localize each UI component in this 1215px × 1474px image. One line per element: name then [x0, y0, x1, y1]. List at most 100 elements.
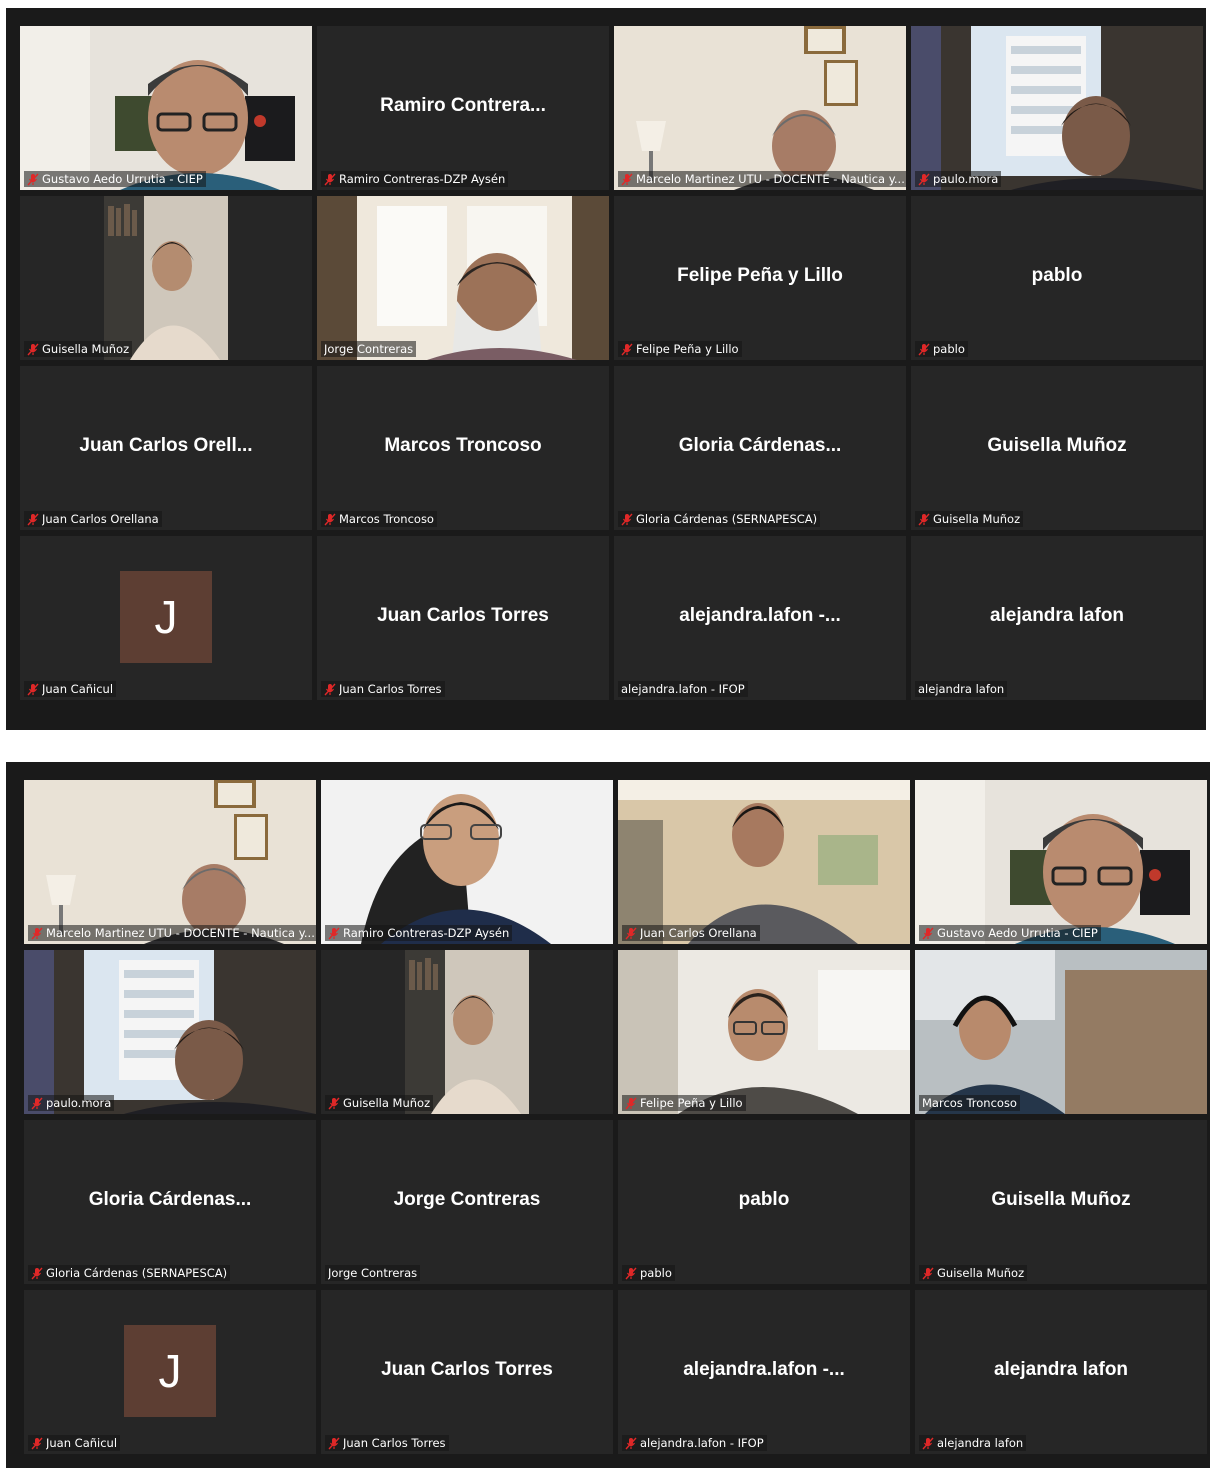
participant-name-text: alejandra.lafon - IFOP: [621, 682, 745, 696]
participant-tile[interactable]: Marcos Troncoso: [915, 950, 1207, 1114]
microphone-muted-icon: [31, 927, 43, 939]
gallery-grid-bottom: Marcelo Martinez UTU - DOCENTE - Nautica…: [6, 762, 1210, 1468]
participant-tile[interactable]: Ramiro Contrera... Ramiro Contreras-DZP …: [317, 26, 609, 190]
participant-display-name: Juan Carlos Torres: [377, 604, 549, 626]
participant-name-text: Guisella Muñoz: [937, 1266, 1025, 1280]
participant-video: [317, 196, 609, 360]
microphone-muted-icon: [625, 927, 637, 939]
participant-display-name: Juan Carlos Torres: [381, 1358, 553, 1380]
participant-tile[interactable]: alejandra.lafon -... alejandra.lafon - IF…: [614, 536, 906, 700]
participant-name-text: pablo: [640, 1266, 672, 1280]
participant-tile[interactable]: J Juan Cañicul: [20, 536, 312, 700]
participant-name-text: Gloria Cárdenas (SERNAPESCA): [636, 512, 818, 526]
microphone-muted-icon: [328, 927, 340, 939]
microphone-muted-icon: [625, 1437, 637, 1449]
participant-name-text: Ramiro Contreras-DZP Aysén: [343, 926, 510, 940]
participant-tile[interactable]: pablo pablo: [911, 196, 1203, 360]
participant-tile[interactable]: Ramiro Contreras-DZP Aysén: [321, 780, 613, 944]
avatar: J: [120, 571, 212, 663]
microphone-muted-icon: [621, 173, 633, 185]
participant-tile[interactable]: paulo.mora: [24, 950, 316, 1114]
participant-name-label: Marcelo Martinez UTU - DOCENTE - Nautica…: [618, 171, 906, 187]
microphone-muted-icon: [621, 343, 633, 355]
participant-name-label: alejandra lafon: [919, 1435, 1027, 1451]
participant-video: [618, 780, 910, 944]
participant-tile[interactable]: paulo.mora: [911, 26, 1203, 190]
microphone-muted-icon: [328, 1437, 340, 1449]
participant-tile[interactable]: Juan Carlos Torres Juan Carlos Torres: [321, 1290, 613, 1454]
participant-tile[interactable]: alejandra.lafon -... alejandra.lafon - I…: [618, 1290, 910, 1454]
participant-name-text: alejandra lafon: [918, 682, 1005, 696]
participant-tile[interactable]: Guisella Muñoz: [321, 950, 613, 1114]
participant-tile[interactable]: Juan Carlos Orell... Juan Carlos Orellan…: [20, 366, 312, 530]
participant-tile[interactable]: Juan Carlos Orellana: [618, 780, 910, 944]
participant-display-name: alejandra.lafon -...: [683, 1358, 845, 1380]
participant-tile[interactable]: Marcelo Martinez UTU - DOCENTE - Nautica…: [24, 780, 316, 944]
participant-video: [911, 26, 1203, 190]
participant-name-label: Juan Cañicul: [24, 681, 117, 697]
microphone-muted-icon: [324, 683, 336, 695]
participant-tile[interactable]: Gloria Cárdenas... Gloria Cárdenas (SERN…: [614, 366, 906, 530]
participant-tile[interactable]: J Juan Cañicul: [24, 1290, 316, 1454]
participant-tile[interactable]: alejandra lafon alejandra lafon: [915, 1290, 1207, 1454]
participant-display-name: Guisella Muñoz: [991, 1188, 1131, 1210]
participant-video: [915, 950, 1207, 1114]
participant-name-text: Juan Cañicul: [42, 682, 114, 696]
participant-video: [321, 950, 613, 1114]
microphone-muted-icon: [27, 173, 39, 185]
participant-tile[interactable]: Marcelo Martinez UTU - DOCENTE - Nautica…: [614, 26, 906, 190]
participant-name-label: Gloria Cárdenas (SERNAPESCA): [618, 511, 821, 527]
participant-name-text: Guisella Muñoz: [933, 512, 1021, 526]
microphone-muted-icon: [922, 1267, 934, 1279]
participant-name-label: pablo: [915, 341, 968, 357]
participant-tile[interactable]: Guisella Muñoz Guisella Muñoz: [911, 366, 1203, 530]
microphone-muted-icon: [31, 1097, 43, 1109]
participant-name-text: pablo: [933, 342, 965, 356]
participant-tile[interactable]: Juan Carlos Torres Juan Carlos Torres: [317, 536, 609, 700]
participant-name-text: paulo.mora: [933, 172, 999, 186]
participant-name-text: Gustavo Aedo Urrutia - CIEP: [937, 926, 1098, 940]
participant-name-text: alejandra lafon: [937, 1436, 1024, 1450]
participant-tile[interactable]: Marcos Troncoso Marcos Troncoso: [317, 366, 609, 530]
participant-name-label: Gustavo Aedo Urrutia - CIEP: [919, 925, 1101, 941]
participant-tile[interactable]: Felipe Peña y Lillo Felipe Peña y Lillo: [614, 196, 906, 360]
participant-display-name: Jorge Contreras: [393, 1188, 541, 1210]
participant-tile[interactable]: Jorge Contreras: [317, 196, 609, 360]
microphone-muted-icon: [918, 343, 930, 355]
participant-display-name: alejandra lafon: [989, 604, 1125, 626]
microphone-muted-icon: [27, 683, 39, 695]
microphone-muted-icon: [328, 1097, 340, 1109]
participant-name-label: pablo: [622, 1265, 675, 1281]
gallery-grid-top: Gustavo Aedo Urrutia - CIEP Ramiro Contre…: [6, 8, 1206, 730]
participant-name-label: Juan Carlos Torres: [321, 681, 445, 697]
microphone-muted-icon: [31, 1437, 43, 1449]
participant-name-label: Ramiro Contreras-DZP Aysén: [321, 171, 509, 187]
microphone-muted-icon: [27, 513, 39, 525]
participant-tile[interactable]: Jorge Contreras Jorge Contreras: [321, 1120, 613, 1284]
participant-tile[interactable]: alejandra lafon alejandra lafon: [911, 536, 1203, 700]
participant-display-name: Marcos Troncoso: [384, 434, 542, 456]
participant-name-text: Ramiro Contreras-DZP Aysén: [339, 172, 506, 186]
participant-tile[interactable]: Gustavo Aedo Urrutia - CIEP: [915, 780, 1207, 944]
participant-name-label: Felipe Peña y Lillo: [618, 341, 742, 357]
microphone-muted-icon: [922, 927, 934, 939]
participant-name-text: Marcos Troncoso: [339, 512, 434, 526]
participant-name-label: alejandra lafon: [915, 681, 1008, 697]
participant-tile[interactable]: Felipe Peña y Lillo: [618, 950, 910, 1114]
participant-name-label: paulo.mora: [915, 171, 1002, 187]
participant-tile[interactable]: Guisella Muñoz Guisella Muñoz: [915, 1120, 1207, 1284]
participant-display-name: alejandra lafon: [993, 1358, 1129, 1380]
participant-name-label: Guisella Muñoz: [325, 1095, 434, 1111]
participant-tile[interactable]: Gloria Cárdenas... Gloria Cárdenas (SERN…: [24, 1120, 316, 1284]
participant-name-label: Ramiro Contreras-DZP Aysén: [325, 925, 513, 941]
microphone-muted-icon: [625, 1267, 637, 1279]
microphone-muted-icon: [324, 513, 336, 525]
participant-display-name: Ramiro Contrera...: [380, 94, 546, 116]
participant-tile[interactable]: pablo pablo: [618, 1120, 910, 1284]
participant-name-label: Juan Carlos Orellana: [622, 925, 760, 941]
participant-name-text: Guisella Muñoz: [42, 342, 130, 356]
microphone-muted-icon: [31, 1267, 43, 1279]
participant-name-label: Juan Carlos Orellana: [24, 511, 162, 527]
participant-tile[interactable]: Guisella Muñoz: [20, 196, 312, 360]
participant-tile[interactable]: Gustavo Aedo Urrutia - CIEP: [20, 26, 312, 190]
